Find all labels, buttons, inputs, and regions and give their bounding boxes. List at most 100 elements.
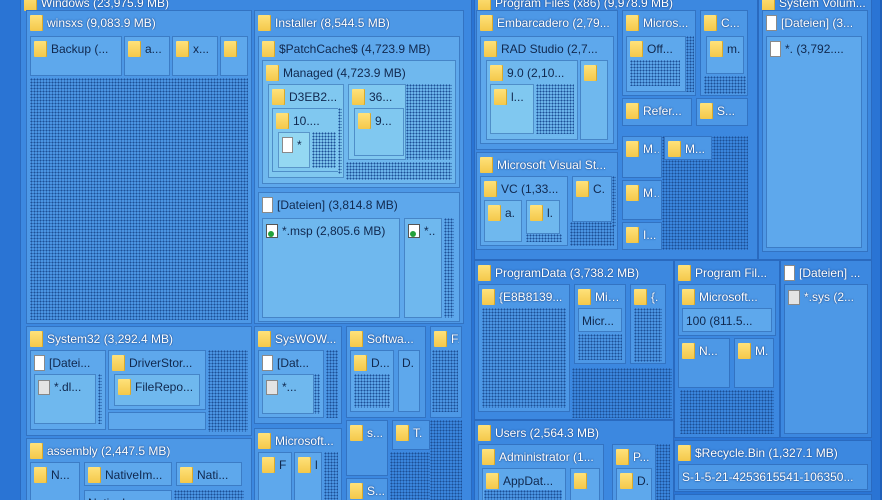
tile-ud[interactable]: D.	[616, 468, 652, 500]
tile-nine[interactable]: 9...	[354, 108, 404, 156]
folder-icon	[358, 113, 371, 129]
tile-ps[interactable]: S...	[696, 98, 748, 126]
small-items-area[interactable]	[482, 308, 566, 408]
tile-swstar[interactable]: *...	[262, 374, 314, 414]
small-items-area[interactable]	[526, 234, 562, 242]
tile-pi[interactable]: I...	[622, 222, 662, 250]
tile-nati[interactable]: Nati...	[176, 462, 242, 486]
tile-va[interactable]: a.	[484, 200, 522, 242]
tile-header: NativeImage	[88, 494, 169, 500]
tile-pm2[interactable]: M...	[664, 136, 712, 160]
tile-l1[interactable]: l...	[490, 84, 534, 134]
tile-w4[interactable]	[220, 36, 248, 76]
tile-hundred[interactable]: 100 (811.5...	[682, 308, 772, 332]
tile-unlabeled[interactable]	[674, 494, 872, 500]
small-items-area[interactable]	[686, 36, 694, 92]
small-items-area[interactable]	[354, 374, 390, 408]
file-icon	[262, 355, 273, 371]
tile-msp[interactable]: *.msp (2,805.6 MB)	[262, 218, 400, 318]
small-items-area[interactable]	[406, 84, 452, 160]
small-items-area[interactable]	[390, 452, 430, 500]
tile-label: Program Fil...	[695, 266, 768, 280]
tile-label: [Dat...	[277, 356, 310, 370]
small-items-area[interactable]	[432, 350, 458, 412]
small-items-area[interactable]	[484, 490, 562, 500]
folder-icon	[180, 467, 193, 483]
tile-vl[interactable]: l.	[526, 200, 560, 234]
folder-icon	[682, 343, 695, 359]
tile-backup[interactable]: Backup (...	[30, 36, 122, 76]
small-items-area[interactable]	[570, 222, 614, 246]
tile-label: [Dateien] (3,814.8 MB)	[277, 198, 398, 212]
small-items-area[interactable]	[326, 350, 338, 418]
small-items-area[interactable]	[208, 350, 248, 432]
tile-label: T.	[413, 426, 423, 440]
tile-header: FileRepo...	[118, 378, 197, 396]
tile-wt[interactable]: T.	[392, 420, 430, 450]
small-items-area[interactable]	[174, 490, 244, 500]
tile-svstar[interactable]: *. (3,792....	[766, 36, 862, 248]
small-items-area[interactable]	[704, 76, 746, 94]
small-items-area[interactable]	[30, 78, 248, 320]
tile-wx[interactable]: x...	[172, 36, 218, 76]
tile-header: [Datei...	[34, 354, 103, 372]
small-items-area[interactable]	[656, 444, 670, 500]
tile-sid[interactable]: S-1-5-21-4253615541-106350...	[678, 464, 868, 490]
tile-refer[interactable]: Refer...	[622, 98, 692, 126]
tile-header: winsxs (9,083.9 MB)	[30, 14, 249, 32]
small-items-area[interactable]	[314, 374, 320, 414]
small-items-area[interactable]	[572, 368, 672, 418]
tile-header: AppDat...	[486, 472, 563, 490]
small-items-area[interactable]	[444, 218, 454, 318]
tile-nativeimage[interactable]: NativeImage	[84, 490, 172, 500]
small-items-area[interactable]	[98, 374, 102, 424]
small-items-area[interactable]	[430, 420, 462, 500]
tile-wmf[interactable]: F	[258, 452, 292, 500]
tile-header: M..	[626, 140, 659, 158]
small-items-area[interactable]	[312, 132, 336, 168]
tile-pfn[interactable]: N...	[678, 338, 730, 388]
tile-ws[interactable]: s...	[346, 420, 388, 476]
tile-softd2[interactable]: D.	[398, 350, 420, 412]
folder-icon	[682, 289, 695, 305]
small-items-area[interactable]	[324, 452, 338, 500]
tile-pdmicr[interactable]: Micr...	[578, 308, 622, 332]
small-items-area[interactable]	[612, 176, 616, 226]
small-items-area[interactable]	[578, 334, 622, 360]
tile-vcc[interactable]: C.	[572, 176, 612, 222]
small-items-area[interactable]	[680, 390, 774, 434]
folder-icon	[298, 457, 311, 473]
tile-label: D.	[402, 356, 414, 370]
tile-star[interactable]: *	[278, 132, 310, 168]
tile-wS[interactable]: S...	[346, 478, 388, 500]
tile-msp2[interactable]: *..	[404, 218, 442, 318]
small-items-area[interactable]	[634, 308, 662, 362]
tile-pfm[interactable]: M.	[734, 338, 774, 388]
tile-wml[interactable]: l	[294, 452, 322, 500]
folder-icon	[626, 103, 639, 119]
tile-filerepo[interactable]: FileRepo...	[114, 374, 200, 406]
tile-unlabeled[interactable]	[108, 412, 206, 430]
tile-asn[interactable]: N...	[30, 462, 80, 500]
tile-pm3[interactable]: M..	[622, 180, 662, 220]
small-items-area[interactable]	[630, 60, 680, 86]
tile-pm[interactable]: m.	[706, 36, 744, 74]
tile-pm1[interactable]: M..	[622, 136, 662, 178]
small-items-area[interactable]	[338, 108, 342, 174]
tile-header: Microsoft...	[258, 432, 339, 450]
folder-icon	[88, 467, 101, 483]
tile-label: System32 (3,292.4 MB)	[47, 332, 174, 346]
tile-nativeim[interactable]: NativeIm...	[84, 462, 172, 486]
small-items-area[interactable]	[346, 162, 452, 180]
treemap[interactable]: Windows (23,975.9 MB) winsxs (9,083.9 MB)…	[0, 0, 882, 500]
tile-sys[interactable]: *.sys (2...	[784, 284, 868, 434]
folder-icon	[266, 65, 279, 81]
tile-label: Microsoft...	[275, 434, 334, 448]
tile-wa[interactable]: a...	[124, 36, 170, 76]
tile-label: Refer...	[643, 104, 682, 118]
tile-u2[interactable]	[570, 468, 600, 500]
small-items-area[interactable]	[536, 84, 574, 134]
tile-dll[interactable]: *.dl...	[34, 374, 96, 424]
tile-e2[interactable]	[580, 60, 608, 140]
tile-label: ProgramData (3,738.2 MB)	[495, 266, 640, 280]
